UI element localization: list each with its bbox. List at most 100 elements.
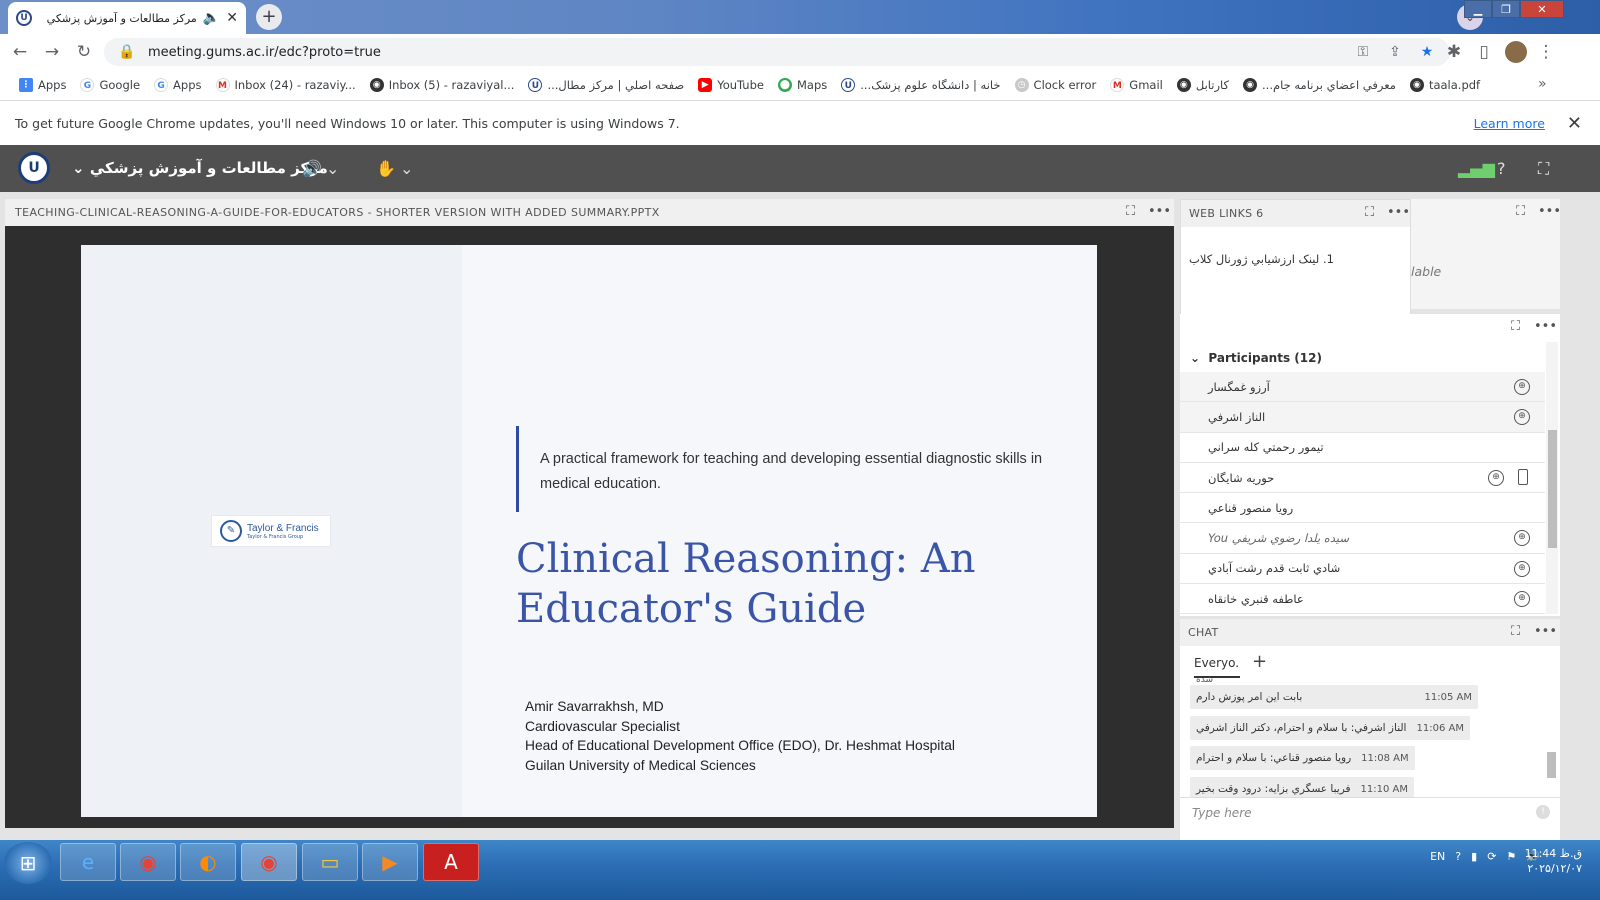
maximize-button[interactable]: ❐	[1492, 0, 1520, 18]
publisher-logo: ✎ Taylor & Francis Taylor & Francis Grou…	[211, 515, 331, 547]
weblinks-titlebar: WEB LINKS 6	[1181, 200, 1410, 227]
university-icon: U	[841, 78, 856, 92]
participant-row[interactable]: شادي ثابت قدم رشت آبادي ⊕	[1180, 553, 1545, 585]
globe-icon: ⊕	[1514, 530, 1530, 547]
bookmark-members[interactable]: ◉ معرفي اعضاي برنامه جام...	[1236, 78, 1403, 92]
lock-icon[interactable]: 🔒	[116, 44, 138, 60]
bookmark-star-icon[interactable]: ★	[1416, 44, 1438, 60]
room-title-menu[interactable]: مرکز مطالعات و آموزش پزشکي ⌄	[72, 159, 328, 177]
bookmark-gmail[interactable]: M Gmail	[1103, 78, 1170, 92]
side-pod: ⛶ ••• lable	[1411, 199, 1561, 309]
connection-bars-icon[interactable]: ▂▄▆	[1458, 159, 1495, 178]
pod-options-icon[interactable]: •••	[1148, 204, 1171, 219]
chevron-down-icon[interactable]: ⌄	[326, 159, 339, 178]
maximize-pod-icon[interactable]: ⛶	[1511, 624, 1520, 639]
extensions-icon[interactable]: ✱	[1438, 42, 1470, 62]
media-player-icon[interactable]: ▶	[362, 843, 418, 881]
close-tab-icon[interactable]: ✕	[226, 10, 238, 26]
chevron-down-icon[interactable]: ⌄	[400, 159, 413, 178]
flag-icon[interactable]: ⚑	[1506, 850, 1516, 863]
learn-more-link[interactable]: Learn more	[1474, 116, 1545, 131]
bookmark-apps[interactable]: ⋮ Apps	[12, 78, 73, 92]
start-button[interactable]: ⊞	[4, 842, 52, 884]
pod-options-icon[interactable]: •••	[1534, 319, 1557, 334]
chrome-update-infobar: To get future Google Chrome updates, you…	[0, 100, 1600, 145]
language-indicator[interactable]: EN	[1430, 850, 1445, 863]
new-tab-button[interactable]: +	[256, 4, 282, 30]
back-icon[interactable]: ←	[4, 42, 36, 62]
browser-tab-strip: U مرکز مطالعات و آموزش پزشکي 🔈 ✕ + ⌄ ▁ ❐…	[0, 0, 1600, 34]
side-panel-icon[interactable]: ▯	[1468, 42, 1500, 62]
weblink-item[interactable]: 1. لينک ارزشيابي ژورنال کلاب	[1189, 252, 1334, 266]
bookmark-inbox-5[interactable]: ◉ Inbox (5) - razaviyal...	[363, 78, 522, 92]
participant-row[interactable]: رويا منصور قناعي	[1180, 493, 1545, 524]
bookmark-clock-error[interactable]: ◷ Clock error	[1008, 78, 1104, 92]
file-explorer-icon[interactable]: ▭	[302, 843, 358, 881]
maximize-pod-icon[interactable]: ⛶	[1126, 204, 1135, 219]
maximize-pod-icon[interactable]: ⛶	[1365, 205, 1374, 220]
update-icon[interactable]: ⟳	[1487, 850, 1496, 863]
profile-avatar[interactable]	[1505, 41, 1527, 63]
fullscreen-icon[interactable]: ⛶	[1538, 159, 1549, 179]
bookmark-google[interactable]: G Google	[73, 78, 147, 92]
globe-icon: ⊕	[1514, 379, 1530, 395]
chat-pod: CHAT ⛶ ••• Everyo... + شده بابت اين امر …	[1180, 619, 1560, 841]
pod-options-icon[interactable]: •••	[1538, 204, 1561, 219]
help-icon[interactable]: ?	[1455, 850, 1461, 863]
firefox-icon[interactable]: ◐	[180, 843, 236, 881]
bookmark-youtube[interactable]: ▶ YouTube	[691, 78, 771, 92]
scrollbar-thumb[interactable]	[1547, 752, 1556, 778]
bookmark-maps[interactable]: ⬤ Maps	[771, 78, 834, 92]
pod-options-icon[interactable]: •••	[1534, 624, 1557, 639]
help-icon[interactable]: ?	[1497, 159, 1506, 178]
chat-input[interactable]: Type here!	[1180, 797, 1560, 827]
close-window-button[interactable]: ✕	[1520, 0, 1564, 18]
gmail-icon: M	[215, 78, 230, 92]
add-chat-tab-icon[interactable]: +	[1252, 651, 1267, 672]
participants-scrollbar[interactable]	[1546, 342, 1558, 614]
scrollbar-thumb[interactable]	[1548, 430, 1557, 548]
network-icon[interactable]: ▮	[1471, 850, 1477, 863]
raise-hand-icon[interactable]: ✋	[376, 159, 396, 178]
globe-icon: ◉	[1243, 78, 1258, 92]
participant-row[interactable]: عاطفه قنبري خانقاه ⊕	[1180, 584, 1545, 615]
chrome-active-icon[interactable]: ◉	[241, 843, 297, 881]
author-line: Guilan University of Medical Sciences	[525, 757, 756, 773]
participant-row[interactable]: تيمور رحمتي کله سراني	[1180, 432, 1545, 463]
system-tray: EN ? ▮ ⟳ ⚑ 🔊	[1430, 850, 1540, 863]
pod-options-icon[interactable]: •••	[1387, 205, 1410, 220]
speaker-icon[interactable]: 🔊	[302, 159, 322, 178]
audio-playing-icon[interactable]: 🔈	[203, 10, 220, 26]
participant-row[interactable]: آرزو غمگسار ⊕	[1180, 372, 1545, 403]
taskbar-clock[interactable]: 11:44 ق.ظ ۲۰۲۵/۱۲/۰۷	[1525, 846, 1582, 876]
url-text[interactable]: meeting.gums.ac.ir/edc?proto=true	[148, 45, 1342, 60]
internet-explorer-icon[interactable]: e	[60, 843, 116, 881]
more-bookmarks-icon[interactable]: »	[1538, 76, 1547, 92]
chat-scrollbar[interactable]	[1545, 674, 1557, 794]
forward-icon[interactable]: →	[36, 42, 68, 62]
send-icon[interactable]: !	[1536, 805, 1550, 819]
bookmark-inbox-24[interactable]: M Inbox (24) - razaviy...	[209, 78, 363, 92]
key-icon[interactable]: ⚿	[1352, 44, 1374, 60]
globe-icon: ⊕	[1488, 469, 1504, 486]
participant-row-self[interactable]: سيده يلدا رضوي شريفي You ⊕	[1180, 523, 1545, 554]
close-infobar-icon[interactable]: ✕	[1567, 113, 1582, 134]
browser-tab-active[interactable]: U مرکز مطالعات و آموزش پزشکي 🔈 ✕	[8, 2, 246, 34]
bookmark-edc-home[interactable]: U صفحه اصلي | مرکز مطال...	[521, 78, 691, 92]
bookmark-taala-pdf[interactable]: ◉ taala.pdf	[1403, 78, 1487, 92]
share-icon[interactable]: ⇪	[1384, 44, 1406, 60]
chrome-icon[interactable]: ◉	[120, 843, 176, 881]
menu-dots-icon[interactable]: ⋮	[1530, 42, 1562, 62]
bookmark-apps-google[interactable]: G Apps	[147, 78, 208, 92]
reload-icon[interactable]: ↻	[68, 42, 100, 62]
participant-row[interactable]: الناز اشرفي ⊕	[1180, 402, 1545, 433]
bookmark-gums-home[interactable]: U خانه | دانشگاه علوم پزشک...	[834, 78, 1007, 92]
bookmark-kartabl[interactable]: ◉ کارتابل	[1170, 78, 1236, 92]
participants-header[interactable]: ⌄ Participants (12)	[1190, 351, 1322, 365]
acrobat-icon[interactable]: A	[423, 843, 479, 881]
address-bar[interactable]: 🔒 meeting.gums.ac.ir/edc?proto=true ⚿ ⇪ …	[104, 38, 1450, 66]
maximize-pod-icon[interactable]: ⛶	[1511, 319, 1520, 334]
maximize-pod-icon[interactable]: ⛶	[1516, 204, 1525, 219]
minimize-button[interactable]: ▁	[1464, 0, 1492, 18]
participant-row[interactable]: حوريه شايگان ⊕	[1180, 462, 1545, 494]
